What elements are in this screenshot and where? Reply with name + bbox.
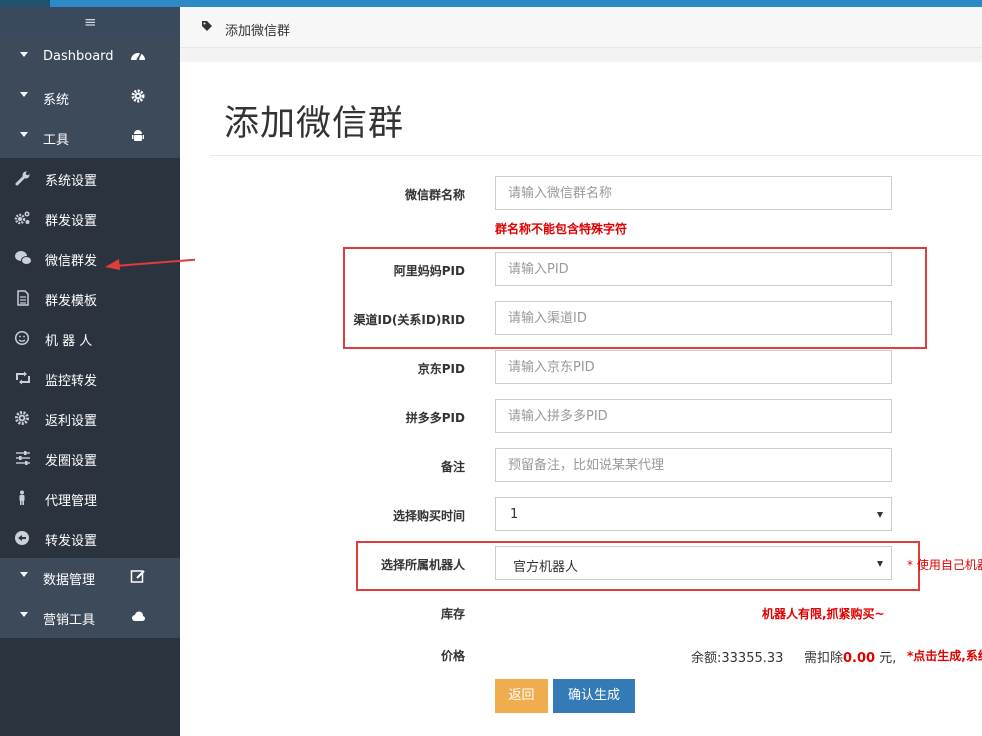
jd-pid-input[interactable] (495, 350, 892, 384)
stock-label: 库存 (440, 607, 465, 621)
deduct-text: 需扣除0.00 元, (804, 647, 896, 666)
highlight-box-pid (343, 247, 927, 349)
hamburger-icon[interactable]: ≡ (84, 15, 97, 30)
buy-time-value: 1 (510, 507, 519, 522)
remark-input[interactable] (495, 448, 892, 482)
cloud-icon (132, 611, 145, 621)
jd-pid-label: 京东PID (417, 362, 465, 376)
pdd-pid-label: 拼多多PID (405, 411, 465, 425)
sidebar-item-robot[interactable]: 机 器 人 (0, 318, 180, 358)
content-gap (180, 48, 982, 62)
sidebar-group-marketing-tools[interactable]: 营销工具 (0, 598, 180, 638)
sidebar-item-rebate-settings[interactable]: 返利设置 (0, 398, 180, 438)
sidebar-item-moments-settings[interactable]: 发圈设置 (0, 438, 180, 478)
sidebar-group-tools[interactable]: 工具 (0, 118, 180, 158)
balance-text: 余额:33355.33 (691, 651, 784, 666)
back-button[interactable]: 返回 (495, 679, 548, 713)
select-arrow-icon (877, 512, 883, 518)
dashboard-icon (131, 52, 145, 61)
buy-time-label: 选择购买时间 (392, 509, 465, 523)
sidebar-item-label: 机 器 人 (45, 334, 93, 349)
sidebar-group-label: 系统 (43, 93, 70, 108)
sidebar-group-system[interactable]: 系统 (0, 78, 180, 118)
caret-down-icon (20, 92, 28, 97)
wechat-icon (15, 251, 32, 265)
remark-label: 备注 (440, 460, 465, 474)
sidebar-item-label: 返利设置 (45, 414, 98, 429)
gear-icon (131, 89, 145, 103)
sidebar-group-dashboard[interactable]: Dashboard (0, 38, 180, 78)
share-icon (15, 531, 29, 545)
sidebar-group-data-management[interactable]: 数据管理 (0, 558, 180, 598)
caret-down-icon (20, 612, 28, 617)
sliders-icon (16, 451, 30, 465)
buy-time-select[interactable]: 1 (495, 497, 892, 531)
sidebar-item-agent-management[interactable]: 代理管理 (0, 478, 180, 518)
sidebar-item-mass-settings[interactable]: 群发设置 (0, 198, 180, 238)
group-name-input[interactable] (495, 176, 892, 210)
sidebar-item-forward-settings[interactable]: 转发设置 (0, 518, 180, 558)
deduct-amount: 0.00 (843, 651, 876, 666)
group-name-hint: 群名称不能包含特殊字符 (495, 222, 628, 236)
sidebar-item-label: 群发设置 (45, 214, 98, 229)
price-note: *点击生成,系统 (907, 649, 982, 663)
android-icon (132, 130, 144, 141)
caret-down-icon (20, 572, 28, 577)
confirm-generate-button[interactable]: 确认生成 (553, 679, 635, 713)
breadcrumb-text[interactable]: 添加微信群 (225, 20, 290, 39)
sidebar-group-label: 工具 (43, 133, 70, 148)
sidebar-item-system-settings[interactable]: 系统设置 (0, 158, 180, 198)
breadcrumb: 添加微信群 (180, 7, 982, 48)
robot-note: * 使用自己机器 (907, 558, 982, 572)
deduct-prefix: 需扣除 (804, 651, 844, 666)
price-label: 价格 (440, 649, 465, 663)
sidebar-item-label: 代理管理 (45, 494, 98, 509)
sidebar-toggle[interactable]: ≡ (0, 7, 180, 38)
stock-value: 机器人有限,抓紧购买~ (762, 607, 885, 621)
caret-down-icon (20, 132, 28, 137)
sidebar: ≡ Dashboard 系统 工具 系统设置 群发设置 微信群发 群发模板 机 … (0, 7, 180, 736)
sidebar-group-label: 数据管理 (43, 573, 96, 588)
sidebar-item-label: 群发模板 (45, 294, 98, 309)
sidebar-item-monitor-forward[interactable]: 监控转发 (0, 358, 180, 398)
title-divider (210, 155, 982, 156)
sidebar-item-label: 系统设置 (45, 174, 98, 189)
smile-icon (14, 330, 30, 346)
top-accent-bar (0, 0, 982, 7)
person-icon (19, 490, 25, 505)
top-accent-bar-dark (0, 0, 50, 7)
pdd-pid-input[interactable] (495, 399, 892, 433)
highlight-box-robot (356, 541, 920, 591)
sidebar-item-label: 微信群发 (45, 254, 98, 269)
file-icon (17, 290, 29, 306)
sidebar-item-label: 发圈设置 (45, 454, 98, 469)
group-name-label: 微信群名称 (404, 188, 465, 202)
sidebar-item-label: 监控转发 (45, 374, 98, 389)
gears-icon (14, 211, 30, 225)
sidebar-item-label: 转发设置 (45, 534, 98, 549)
deduct-suffix: 元, (879, 651, 897, 666)
wrench-icon (15, 171, 30, 186)
caret-down-icon (20, 52, 28, 57)
edit-icon (130, 570, 145, 583)
sidebar-item-mass-template[interactable]: 群发模板 (0, 278, 180, 318)
retweet-icon (16, 371, 30, 385)
page-title: 添加微信群 (224, 104, 405, 144)
sidebar-group-label: Dashboard (43, 49, 114, 64)
tag-icon (202, 21, 212, 31)
sidebar-group-label: 营销工具 (43, 613, 96, 628)
gear-icon (15, 411, 29, 425)
